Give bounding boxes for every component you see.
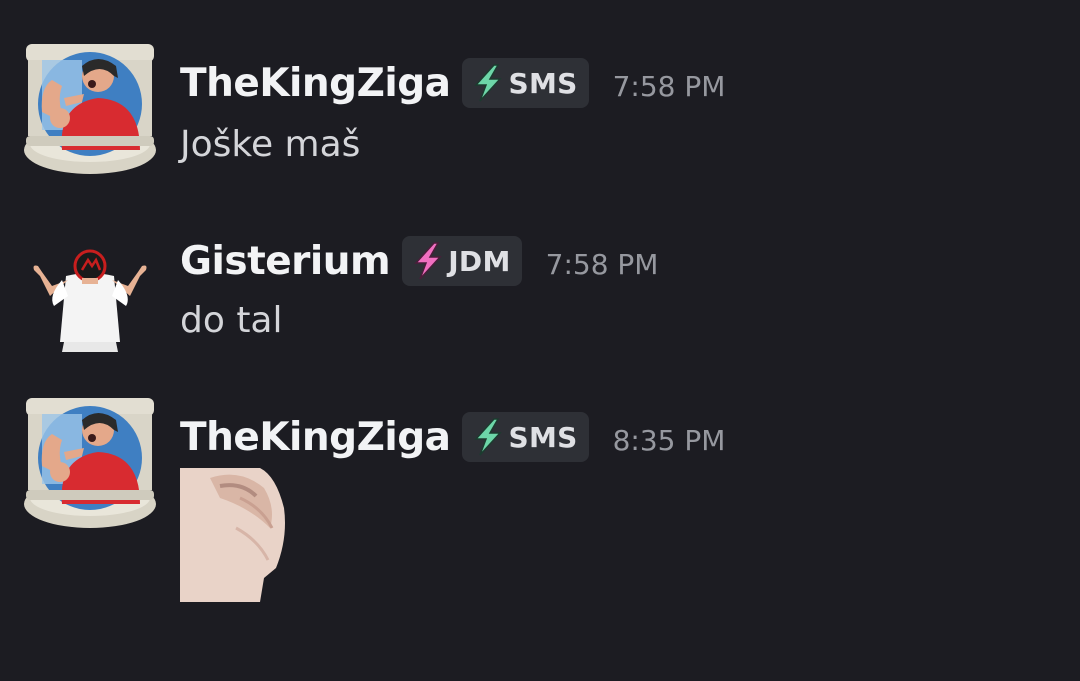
tag-label: SMS (508, 420, 578, 454)
username[interactable]: Gisterium (180, 239, 391, 284)
user-tag-badge[interactable]: JDM (402, 236, 522, 286)
lightning-bolt-icon (414, 242, 442, 280)
message-timestamp: 7:58 PM (612, 69, 726, 103)
tag-label: SMS (508, 66, 578, 100)
username[interactable]: TheKingZiga (180, 61, 451, 106)
user-tag-badge[interactable]: SMS (462, 412, 589, 462)
toilet-avatar-icon (24, 44, 156, 174)
message-item: Gisterium JDM 7:58 PM do tal (0, 200, 1080, 380)
avatar[interactable] (22, 240, 158, 376)
lightning-bolt-icon (474, 418, 503, 456)
toilet-avatar-icon (24, 398, 156, 528)
message-text: do tal (180, 300, 283, 341)
message-timestamp: 8:35 PM (612, 423, 726, 457)
chat-message-list: TheKingZiga SMS 7:58 PM Joške maš Gister… (0, 0, 1080, 681)
message-item: TheKingZiga SMS 7:58 PM Joške maš (0, 0, 1080, 200)
user-tag-badge[interactable]: SMS (462, 58, 589, 108)
avatar[interactable] (22, 42, 158, 178)
message-text: Joške maš (180, 124, 361, 165)
message-timestamp: 7:58 PM (545, 247, 659, 281)
avatar[interactable] (22, 396, 158, 532)
cat-sticker-image[interactable] (180, 468, 288, 602)
tag-label: JDM (448, 244, 511, 278)
flexing-man-avatar-icon (33, 249, 147, 352)
username[interactable]: TheKingZiga (180, 415, 451, 460)
lightning-bolt-icon (474, 64, 503, 102)
message-item: TheKingZiga SMS 8:35 PM (0, 380, 1080, 620)
